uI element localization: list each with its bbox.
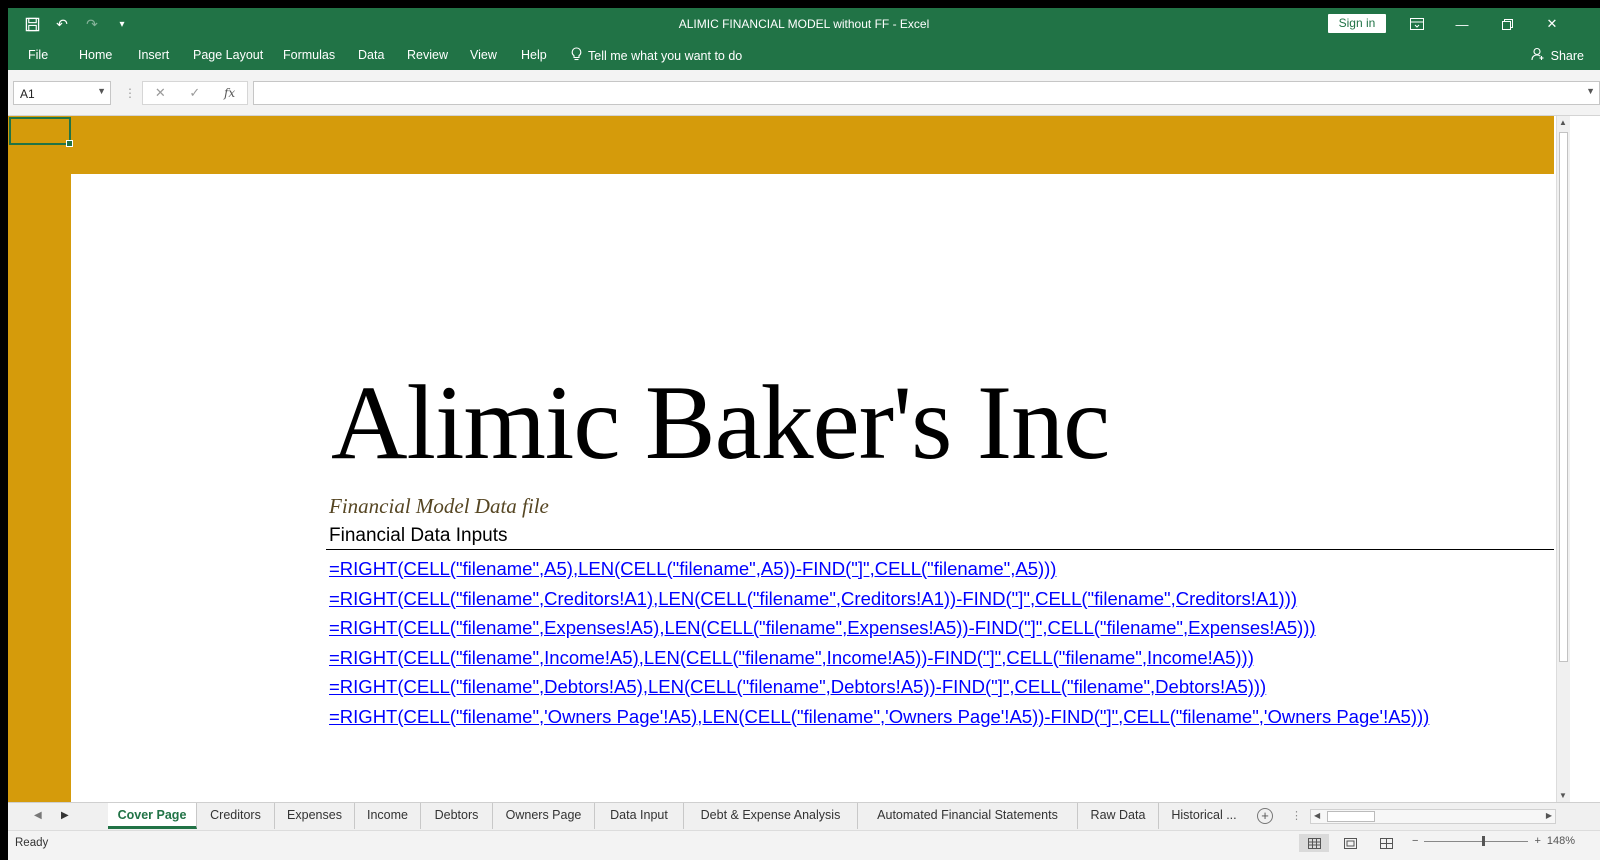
- divider: [326, 549, 1554, 550]
- name-box[interactable]: A1 ▼: [13, 81, 111, 105]
- horizontal-scrollbar[interactable]: ◀ ▶: [1310, 809, 1556, 824]
- ribbon-display-options-icon[interactable]: [1406, 13, 1428, 35]
- page-break-view-icon[interactable]: [1371, 834, 1401, 852]
- restore-icon[interactable]: [1496, 13, 1518, 35]
- sheet-tab-cover-page[interactable]: Cover Page: [108, 803, 197, 829]
- worksheet-grid[interactable]: Alimic Baker's Inc Financial Model Data …: [8, 116, 1554, 802]
- close-icon[interactable]: ✕: [1541, 13, 1563, 35]
- prev-sheet-icon[interactable]: ◀: [34, 810, 42, 821]
- chevron-down-icon[interactable]: ▼: [97, 86, 106, 96]
- tell-me-search[interactable]: Tell me what you want to do: [571, 47, 742, 64]
- formula-buttons: ✕ ✓ fx: [142, 81, 248, 105]
- sheet-tab-expenses[interactable]: Expenses: [275, 803, 355, 829]
- lightbulb-icon: [571, 47, 582, 64]
- person-icon: [1531, 47, 1545, 64]
- horizontal-scroll-thumb[interactable]: [1327, 811, 1375, 822]
- ribbon-tabs: File Home Insert Page Layout Formulas Da…: [8, 40, 1600, 70]
- add-sheet-icon[interactable]: +: [1257, 808, 1273, 824]
- share-label: Share: [1550, 48, 1584, 63]
- zoom-level[interactable]: 148%: [1547, 835, 1575, 847]
- sign-in-button[interactable]: Sign in: [1328, 14, 1386, 33]
- link-cover[interactable]: =RIGHT(CELL("filename",A5),LEN(CELL("fil…: [329, 554, 1429, 584]
- subtitle: Financial Model Data file: [329, 494, 549, 518]
- formula-bar: A1 ▼ ⋮ ✕ ✓ fx ▼: [8, 70, 1600, 116]
- sheet-tab-income[interactable]: Income: [355, 803, 421, 829]
- tab-page-layout[interactable]: Page Layout: [193, 48, 263, 62]
- title-bar: ↶ ↷ ▾ ALIMIC FINANCIAL MODEL without FF …: [8, 8, 1600, 40]
- selected-cell[interactable]: [9, 117, 73, 147]
- zoom-control: − + 148%: [1412, 835, 1575, 847]
- link-expenses[interactable]: =RIGHT(CELL("filename",Expenses!A5),LEN(…: [329, 613, 1429, 643]
- tab-formulas[interactable]: Formulas: [283, 48, 335, 62]
- normal-view-icon[interactable]: [1299, 834, 1329, 852]
- status-bar: Ready − + 148%: [8, 830, 1600, 860]
- tab-data[interactable]: Data: [358, 48, 384, 62]
- next-sheet-icon[interactable]: ▶: [61, 810, 69, 821]
- scroll-down-icon[interactable]: ▼: [1559, 791, 1567, 800]
- sheet-tab-historical[interactable]: Historical ...: [1159, 803, 1249, 829]
- tab-help[interactable]: Help: [521, 48, 547, 62]
- tab-review[interactable]: Review: [407, 48, 448, 62]
- sheet-tab-automated-financial-statements[interactable]: Automated Financial Statements: [858, 803, 1078, 829]
- link-owners-page[interactable]: =RIGHT(CELL("filename",'Owners Page'!A5)…: [329, 702, 1429, 732]
- tab-view[interactable]: View: [470, 48, 497, 62]
- zoom-out-icon[interactable]: −: [1412, 835, 1418, 847]
- splitter-handle[interactable]: ⋮: [124, 86, 136, 100]
- cover-page-panel: Alimic Baker's Inc Financial Model Data …: [71, 174, 1554, 802]
- splitter-handle[interactable]: ⋮: [1291, 809, 1302, 822]
- tab-home[interactable]: Home: [79, 48, 112, 62]
- sheet-links: =RIGHT(CELL("filename",A5),LEN(CELL("fil…: [329, 554, 1429, 731]
- excel-window: ↶ ↷ ▾ ALIMIC FINANCIAL MODEL without FF …: [8, 8, 1600, 860]
- minimize-icon[interactable]: —: [1451, 13, 1473, 35]
- zoom-slider[interactable]: [1424, 835, 1529, 846]
- sheet-tabs-bar: ◀ ▶ Cover Page Creditors Expenses Income…: [8, 802, 1600, 830]
- vertical-scroll-thumb[interactable]: [1559, 132, 1568, 662]
- sheet-tab-owners-page[interactable]: Owners Page: [493, 803, 595, 829]
- scroll-right-icon[interactable]: ▶: [1546, 811, 1552, 820]
- link-debtors[interactable]: =RIGHT(CELL("filename",Debtors!A5),LEN(C…: [329, 672, 1429, 702]
- zoom-slider-handle[interactable]: [1482, 835, 1486, 846]
- tab-file[interactable]: File: [28, 48, 48, 62]
- enter-icon[interactable]: ✓: [189, 85, 200, 101]
- share-button[interactable]: Share: [1531, 47, 1584, 64]
- sheet-tab-raw-data[interactable]: Raw Data: [1078, 803, 1159, 829]
- status-text: Ready: [15, 837, 49, 849]
- cancel-icon[interactable]: ✕: [155, 85, 166, 101]
- vertical-scrollbar[interactable]: ▲ ▼: [1556, 116, 1570, 802]
- scroll-left-icon[interactable]: ◀: [1314, 811, 1320, 820]
- page-layout-view-icon[interactable]: [1335, 834, 1365, 852]
- formula-input[interactable]: ▼: [253, 81, 1600, 105]
- scroll-up-icon[interactable]: ▲: [1559, 118, 1567, 127]
- sheet-tab-data-input[interactable]: Data Input: [595, 803, 684, 829]
- tell-me-label: Tell me what you want to do: [588, 48, 743, 63]
- link-creditors[interactable]: =RIGHT(CELL("filename",Creditors!A1),LEN…: [329, 584, 1429, 614]
- inputs-heading: Financial Data Inputs: [329, 525, 508, 546]
- expand-formula-icon[interactable]: ▼: [1586, 86, 1595, 96]
- insert-function-icon[interactable]: fx: [224, 86, 235, 100]
- tab-insert[interactable]: Insert: [138, 48, 169, 62]
- company-name: Alimic Baker's Inc: [331, 364, 1110, 481]
- sheet-tab-creditors[interactable]: Creditors: [197, 803, 275, 829]
- name-box-value: A1: [20, 87, 35, 101]
- sheet-tab-debtors[interactable]: Debtors: [421, 803, 493, 829]
- sheet-tab-debt-expense-analysis[interactable]: Debt & Expense Analysis: [684, 803, 858, 829]
- link-income[interactable]: =RIGHT(CELL("filename",Income!A5),LEN(CE…: [329, 643, 1429, 673]
- zoom-in-icon[interactable]: +: [1534, 835, 1540, 847]
